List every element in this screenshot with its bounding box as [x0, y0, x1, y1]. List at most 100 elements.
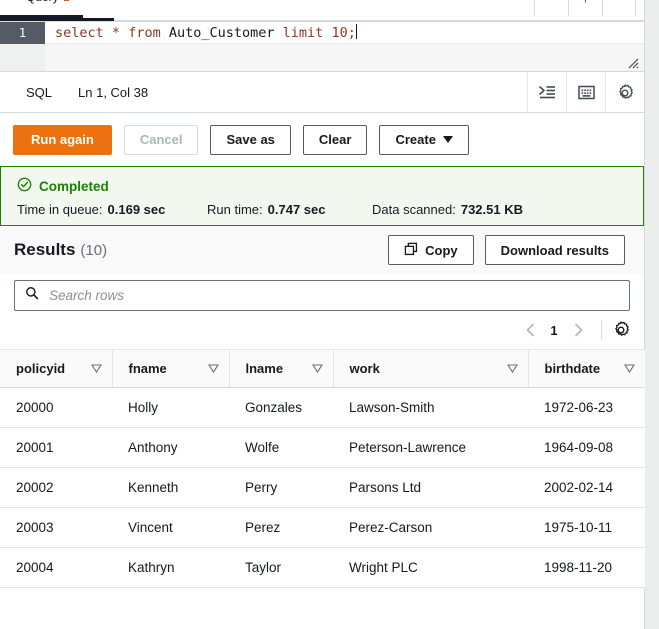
check-circle-icon — [17, 177, 32, 195]
editor-line-number: 1 — [0, 22, 45, 44]
editor-cursor-position: Ln 1, Col 38 — [78, 85, 148, 100]
keyboard-shortcuts-icon[interactable] — [566, 72, 605, 113]
sql-editor[interactable]: 1 select * from Auto_Customer limit 10; — [0, 22, 644, 72]
sql-table-name: Auto_Customer — [169, 25, 275, 41]
pagination-prev-icon[interactable] — [517, 317, 543, 343]
tab-strip-tools: + — [534, 0, 636, 16]
sql-keyword-select: select — [55, 25, 104, 41]
editor-code-line[interactable]: select * from Auto_Customer limit 10; — [45, 22, 644, 44]
column-label: birthdate — [545, 361, 601, 376]
add-tab-icon[interactable]: + — [568, 0, 602, 16]
cell-birthdate: 2002-02-14 — [528, 468, 645, 508]
search-input-wrapper[interactable] — [14, 280, 630, 311]
tab-query[interactable]: Query — [0, 0, 83, 18]
cell-lname: Gonzales — [229, 388, 333, 428]
pagination-next-icon[interactable] — [565, 317, 591, 343]
cell-fname: Holly — [112, 388, 229, 428]
tab-active-underline — [0, 18, 114, 21]
column-header-fname[interactable]: fname — [112, 350, 229, 388]
results-pagination: 1 — [0, 311, 644, 349]
clear-button[interactable]: Clear — [303, 125, 368, 155]
search-rows-input[interactable] — [47, 287, 629, 304]
chevron-down-icon — [443, 136, 453, 143]
results-table-head: policyid fname — [0, 350, 645, 388]
sort-filter-icon[interactable] — [208, 361, 219, 376]
column-header-lname[interactable]: lname — [229, 350, 333, 388]
table-row[interactable]: 20004 Kathryn Taylor Wright PLC 1998-11-… — [0, 548, 645, 588]
format-indent-icon[interactable] — [527, 72, 566, 113]
editor-empty-area[interactable] — [45, 44, 644, 71]
cell-work: Peterson-Lawrence — [333, 428, 528, 468]
sort-filter-icon[interactable] — [312, 361, 323, 376]
main-content-column: Query + 1 select * from Auto_Customer li… — [0, 0, 645, 629]
download-results-button[interactable]: Download results — [485, 235, 625, 265]
column-label: fname — [129, 361, 167, 376]
query-action-bar: Run again Cancel Save as Clear Create — [0, 113, 644, 166]
column-label: lname — [246, 361, 284, 376]
metric-label: Run time: — [207, 202, 263, 217]
table-row[interactable]: 20002 Kenneth Perry Parsons Ltd 2002-02-… — [0, 468, 645, 508]
cell-work: Wright PLC — [333, 548, 528, 588]
results-table-body: 20000 Holly Gonzales Lawson-Smith 1972-0… — [0, 388, 645, 588]
metric-value: 732.51 KB — [461, 202, 523, 217]
cell-fname: Kenneth — [112, 468, 229, 508]
sort-filter-icon[interactable] — [507, 361, 518, 376]
create-dropdown-button[interactable]: Create — [379, 125, 468, 155]
query-tab-strip: Query + — [0, 0, 644, 22]
editor-status-tools — [527, 72, 644, 113]
create-label: Create — [395, 132, 435, 147]
editor-language-label: SQL — [26, 85, 52, 100]
pagination-page-number[interactable]: 1 — [543, 323, 565, 338]
table-row[interactable]: 20001 Anthony Wolfe Peterson-Lawrence 19… — [0, 428, 645, 468]
banner-metrics: Time in queue: 0.169 sec Run time: 0.747… — [17, 202, 643, 217]
save-as-button[interactable]: Save as — [210, 125, 290, 155]
copy-button[interactable]: Copy — [388, 235, 474, 265]
cell-fname: Kathryn — [112, 548, 229, 588]
sort-filter-icon[interactable] — [624, 361, 635, 376]
sql-semicolon: ; — [348, 25, 356, 41]
query-status-banner: Completed Time in queue: 0.169 sec Run t… — [0, 166, 644, 226]
settings-gear-icon[interactable] — [605, 72, 644, 113]
results-header-buttons: Copy Download results — [388, 235, 625, 265]
cell-fname: Anthony — [112, 428, 229, 468]
cell-policyid: 20001 — [0, 428, 112, 468]
column-header-birthdate[interactable]: birthdate — [528, 350, 645, 388]
metric-label: Time in queue: — [17, 202, 103, 217]
cancel-button: Cancel — [124, 125, 199, 155]
sql-keyword-limit: limit — [283, 25, 324, 41]
results-search-row — [0, 274, 644, 311]
cell-policyid: 20003 — [0, 508, 112, 548]
cell-birthdate: 1972-06-23 — [528, 388, 645, 428]
table-row[interactable]: 20003 Vincent Perez Perez-Carson 1975-10… — [0, 508, 645, 548]
results-table: policyid fname — [0, 349, 646, 588]
cell-lname: Perez — [229, 508, 333, 548]
sql-star: * — [112, 25, 120, 41]
cell-work: Perez-Carson — [333, 508, 528, 548]
pagination-divider — [601, 320, 602, 340]
tab-next-icon[interactable] — [602, 0, 636, 16]
results-count: (10) — [80, 242, 107, 259]
banner-status-row: Completed — [17, 177, 643, 195]
column-header-work[interactable]: work — [333, 350, 528, 388]
cell-policyid: 20002 — [0, 468, 112, 508]
query-editor-page: Query + 1 select * from Auto_Customer li… — [0, 0, 659, 629]
table-row[interactable]: 20000 Holly Gonzales Lawson-Smith 1972-0… — [0, 388, 645, 428]
editor-status-bar: SQL Ln 1, Col 38 — [0, 72, 644, 113]
column-label: policyid — [16, 361, 65, 376]
column-header-policyid[interactable]: policyid — [0, 350, 112, 388]
metric-value: 0.169 sec — [108, 202, 166, 217]
table-preferences-gear-icon[interactable] — [612, 321, 630, 339]
cell-lname: Perry — [229, 468, 333, 508]
page-scrollbar[interactable] — [645, 0, 659, 629]
editor-resize-handle[interactable] — [628, 56, 639, 67]
run-again-button[interactable]: Run again — [13, 125, 112, 155]
sort-filter-icon[interactable] — [91, 361, 102, 376]
sql-keyword-from: from — [128, 25, 161, 41]
cell-lname: Taylor — [229, 548, 333, 588]
tab-modified-indicator — [64, 0, 69, 1]
cell-birthdate: 1964-09-08 — [528, 428, 645, 468]
tab-prev-icon[interactable] — [534, 0, 568, 16]
copy-label: Copy — [425, 243, 458, 258]
editor-caret — [356, 24, 357, 39]
copy-icon — [404, 242, 418, 259]
